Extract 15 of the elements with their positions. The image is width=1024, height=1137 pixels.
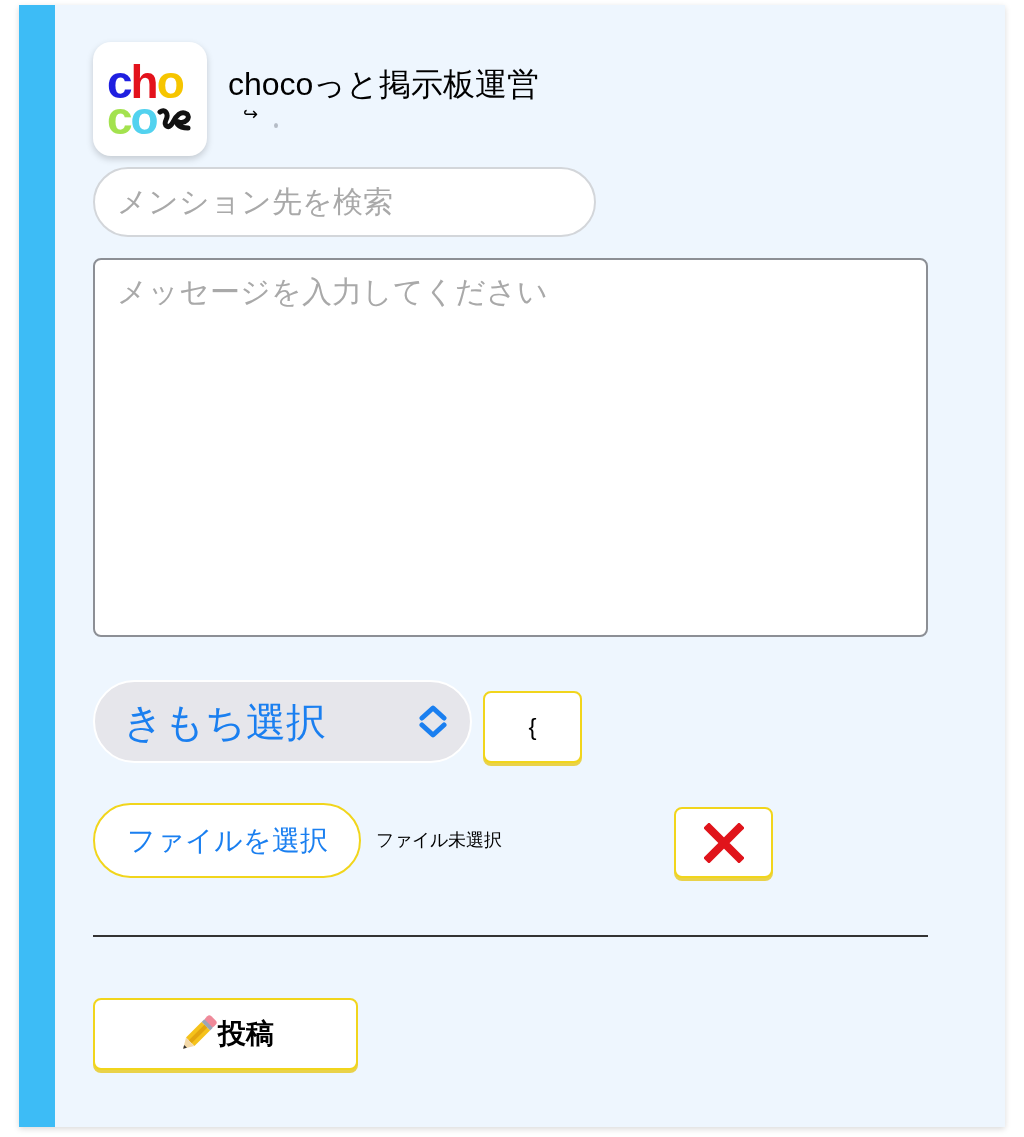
dot-icon (274, 123, 278, 128)
close-icon (703, 822, 744, 863)
reply-mark: ↪ (243, 104, 258, 124)
clear-button[interactable] (674, 807, 773, 878)
brace-button[interactable]: { (483, 691, 582, 763)
post-button[interactable]: 投稿 (93, 998, 358, 1070)
logo-text: cho (107, 64, 183, 100)
file-status: ファイル未選択 (376, 829, 502, 852)
chevron-up-down-icon (418, 705, 448, 738)
mention-search-field[interactable]: メンション先を検索 (93, 167, 596, 237)
logo-text: co (107, 100, 157, 136)
squiggle-icon (156, 106, 191, 132)
file-select-button[interactable]: ファイルを選択 (93, 803, 361, 878)
message-field[interactable]: メッセージを入力してください (93, 258, 928, 637)
board-title: chocoっと掲示板運営 (228, 65, 540, 104)
